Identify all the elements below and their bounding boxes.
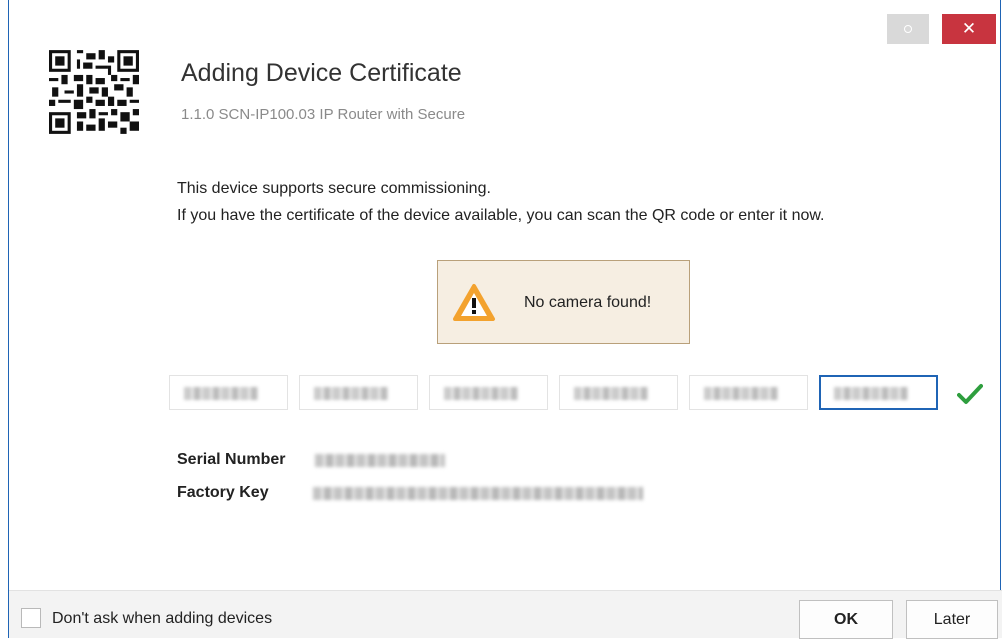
close-icon: ✕	[961, 19, 977, 38]
factory-key-value	[313, 487, 643, 500]
dialog-footer: Don't ask when adding devices OK Later	[9, 590, 1002, 639]
blurred-value	[184, 387, 258, 400]
serial-number-label: Serial Number	[177, 451, 286, 468]
dialog-window: ✕ Adding Device Certificate 1.1.0 SCN-IP…	[8, 0, 1002, 639]
certificate-field-2[interactable]	[299, 375, 418, 410]
dont-ask-checkbox[interactable]	[21, 608, 41, 628]
blurred-value	[444, 387, 518, 400]
warning-text: No camera found!	[524, 294, 652, 311]
device-subtitle: 1.1.0 SCN-IP100.03 IP Router with Secure	[181, 106, 466, 123]
certificate-field-5[interactable]	[689, 375, 808, 410]
certificate-field-1[interactable]	[169, 375, 288, 410]
close-button[interactable]: ✕	[942, 14, 996, 44]
dont-ask-label[interactable]: Don't ask when adding devices	[52, 610, 272, 628]
factory-key-label: Factory Key	[177, 484, 269, 501]
blurred-value	[704, 387, 778, 400]
certificate-field-3[interactable]	[429, 375, 548, 410]
camera-warning-box: No camera found!	[437, 260, 690, 344]
warning-icon	[453, 284, 495, 321]
intro-text-line-1: This device supports secure commissionin…	[177, 180, 491, 197]
blurred-value	[574, 387, 648, 400]
serial-number-value	[315, 454, 445, 467]
blurred-value	[314, 387, 388, 400]
ok-button[interactable]: OK	[799, 600, 893, 639]
certificate-field-6[interactable]	[819, 375, 938, 410]
certificate-field-4[interactable]	[559, 375, 678, 410]
qr-code-icon	[49, 50, 139, 134]
restore-button[interactable]	[887, 14, 929, 44]
circle-icon	[904, 25, 912, 33]
blurred-value	[834, 387, 908, 400]
checkmark-icon	[957, 384, 983, 404]
intro-text-line-2: If you have the certificate of the devic…	[177, 207, 825, 224]
dialog-title: Adding Device Certificate	[181, 59, 462, 87]
later-button[interactable]: Later	[906, 600, 998, 639]
